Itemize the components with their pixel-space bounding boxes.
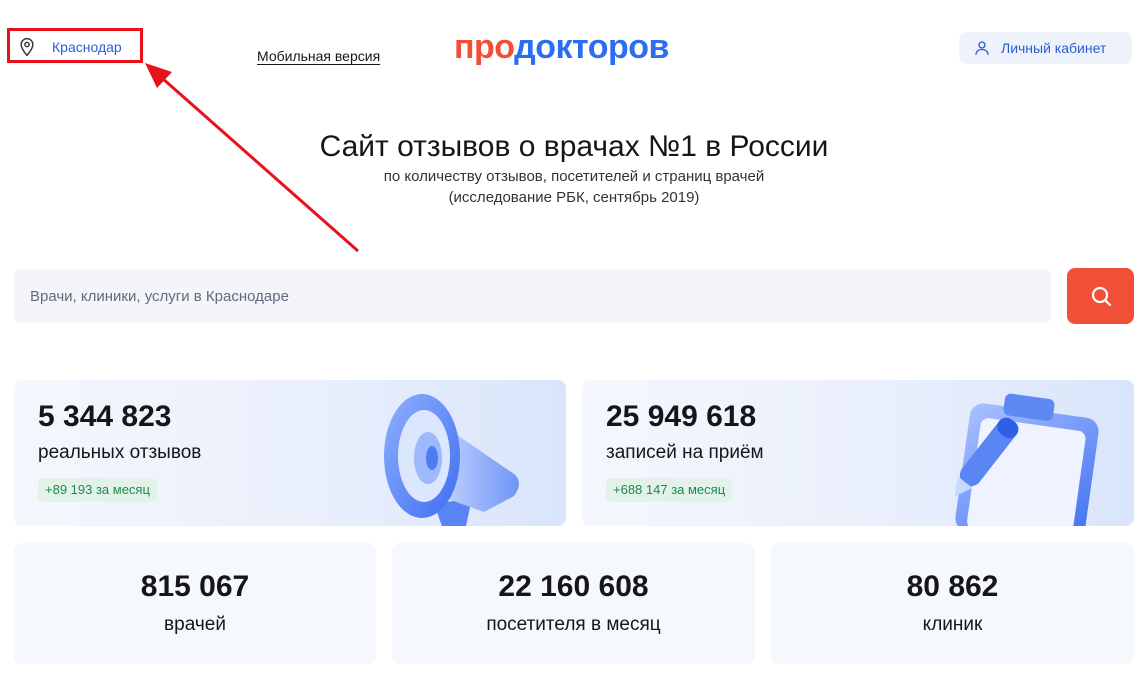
logo-part1: про bbox=[454, 28, 515, 66]
account-label: Личный кабинет bbox=[1001, 40, 1107, 56]
stat-card-visitors: 22 160 608 посетителя в месяц bbox=[392, 543, 755, 664]
subtitle-line-2: (исследование РБК, сентябрь 2019) bbox=[448, 189, 700, 206]
stat-number: 80 862 bbox=[906, 570, 999, 603]
stat-caption: реальных отзывов bbox=[38, 442, 202, 463]
stat-number: 5 344 823 bbox=[38, 400, 172, 433]
search-button[interactable] bbox=[1067, 268, 1134, 324]
stat-caption: клиник bbox=[922, 614, 983, 635]
stat-caption: посетителя в месяц bbox=[486, 614, 661, 635]
stat-caption: записей на приём bbox=[606, 442, 764, 463]
page-title: Сайт отзывов о врачах №1 в России bbox=[319, 130, 829, 163]
stat-card-reviews: 5 344 823 реальных отзывов +89 193 за ме… bbox=[14, 380, 566, 526]
user-icon bbox=[975, 41, 989, 55]
search-input[interactable] bbox=[14, 269, 1051, 323]
search-icon bbox=[1091, 286, 1111, 307]
clipboard-pen-icon bbox=[954, 393, 1099, 526]
stat-delta-badge: +688 147 за месяц bbox=[606, 478, 733, 502]
city-label: Краснодар bbox=[52, 39, 122, 55]
stat-card-appointments: 25 949 618 записей на приём +688 147 за … bbox=[582, 380, 1134, 526]
stat-number: 25 949 618 bbox=[606, 400, 757, 433]
stat-number: 815 067 bbox=[140, 570, 250, 603]
city-selector[interactable]: Краснодар bbox=[7, 28, 143, 63]
stat-caption: врачей bbox=[164, 614, 226, 635]
mobile-version-link[interactable]: Мобильная версия bbox=[257, 48, 380, 64]
stat-card-clinics: 80 862 клиник bbox=[771, 543, 1134, 664]
account-button[interactable]: Личный кабинет bbox=[959, 32, 1132, 64]
location-pin-icon bbox=[20, 37, 34, 57]
megaphone-icon bbox=[384, 394, 519, 526]
logo-part2: докторов bbox=[514, 28, 669, 66]
stat-number: 22 160 608 bbox=[498, 570, 649, 603]
page: Краснодар Мобильная версия продокторов Л… bbox=[0, 0, 1148, 675]
stat-delta-badge: +89 193 за месяц bbox=[38, 478, 157, 502]
stat-card-doctors: 815 067 врачей bbox=[14, 543, 376, 664]
subtitle-line-1: по количеству отзывов, посетителей и стр… bbox=[383, 168, 765, 185]
logo[interactable]: продокторов bbox=[454, 25, 669, 69]
